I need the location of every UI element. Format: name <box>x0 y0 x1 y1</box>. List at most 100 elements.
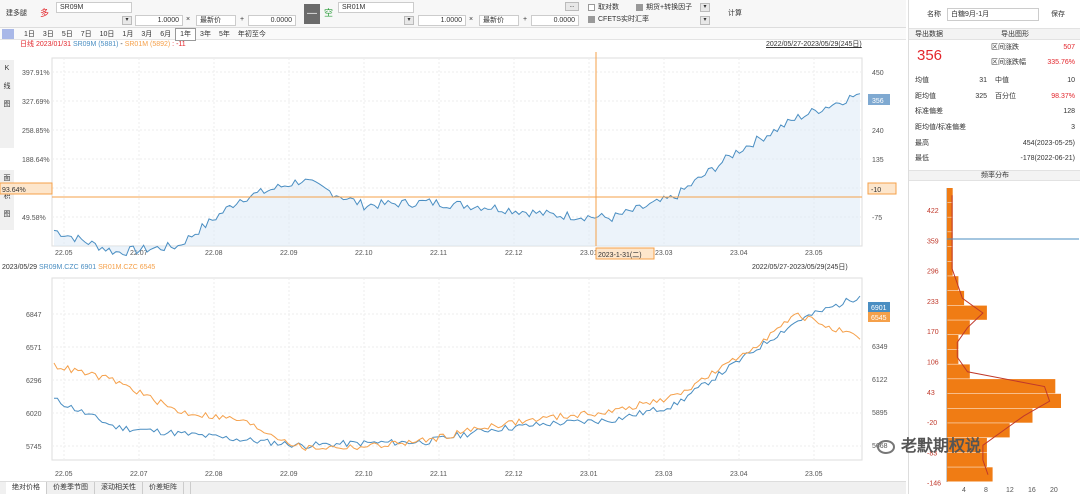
spread-y-right-tick: 135 <box>872 157 884 164</box>
leg1-dropdown-icon[interactable]: ▾ <box>122 16 132 25</box>
hist-bar <box>947 379 1056 394</box>
hist-bar <box>947 320 970 335</box>
hist-bar <box>947 349 959 364</box>
leg2-qty-input[interactable]: 1.0000 <box>418 15 466 26</box>
spread-y-right-tick: -75 <box>872 215 882 222</box>
spread-y-left-tick: 188.64% <box>22 157 50 164</box>
leg1-qty-input[interactable]: 1.0000 <box>135 15 183 26</box>
export-bar: 导出数据 导出图形 <box>909 28 1080 40</box>
price-header-leg1: SR09M.CZC 6901 <box>38 264 97 271</box>
hist-x-tick: 12 <box>1006 487 1014 494</box>
spread-y-left-tick: 327.69% <box>22 99 50 106</box>
spread-x-tick: 23.05 <box>805 250 823 257</box>
price-x-tick: 22.09 <box>280 471 298 478</box>
inverse-checkbox[interactable] <box>588 4 595 11</box>
min-value: -178(2022-06-21) <box>1020 155 1075 162</box>
price-y-right-tick: 5895 <box>872 410 888 417</box>
hist-y-tick: 43 <box>927 390 935 397</box>
hist-y-tick: 106 <box>927 360 939 367</box>
toolbar: 建多腿 多 SR09M ▾ 1.0000 × 最新价 + 0.0000 ... … <box>0 0 906 28</box>
leg2-dropdown-icon[interactable]: ▾ <box>404 16 414 25</box>
spread-header-value: : -11 <box>170 41 186 48</box>
spread-x-tick: 22.08 <box>205 250 223 257</box>
dev-std-value: 3 <box>1071 124 1075 131</box>
range-tab-5[interactable]: 1月 <box>118 29 137 40</box>
percentile-label: 百分位 <box>995 93 1016 100</box>
max-value: 454(2023-05-25) <box>1022 140 1075 147</box>
leg1-code-input[interactable]: SR09M <box>56 2 132 13</box>
fx-dropdown-icon[interactable]: ▾ <box>700 16 710 25</box>
price-x-tick: 22.05 <box>55 471 73 478</box>
leg2-price-type-select[interactable]: 最新价 <box>479 15 519 26</box>
range-tab-4[interactable]: 10日 <box>96 29 119 40</box>
futures-label: 期货+转换因子 <box>646 4 693 11</box>
hist-bar <box>947 408 1033 423</box>
futures-checkbox[interactable] <box>636 4 643 11</box>
price-x-tick: 22.07 <box>130 471 148 478</box>
range-tab-2[interactable]: 5日 <box>58 29 77 40</box>
mult-icon: × <box>186 16 191 23</box>
price-x-tick: 22.08 <box>205 471 223 478</box>
price-x-tick: 22.11 <box>430 471 447 478</box>
hist-y-tick: 170 <box>927 329 939 336</box>
hist-bar <box>947 364 970 379</box>
leg1-offset-input[interactable]: 0.0000 <box>248 15 296 26</box>
watermark-text: 老默期权说 <box>901 438 982 455</box>
hist-bar <box>947 290 965 306</box>
bottom-tab-3[interactable]: 价差矩阵 <box>143 482 184 494</box>
spread-x-tick: 23.03 <box>655 250 673 257</box>
bottom-tab-0[interactable]: 绝对价格 <box>6 482 47 494</box>
mult-icon-2: × <box>469 16 474 23</box>
range-pct-value: 335.76% <box>1047 59 1075 66</box>
std-value: 128 <box>1063 108 1075 115</box>
range-color-icon <box>2 29 14 39</box>
name-input[interactable]: 白糖9月-1月 <box>947 8 1039 21</box>
median-value: 10 <box>1067 77 1075 84</box>
price-date-range: 2022/05/27-2023/05/29(245日) <box>752 264 848 271</box>
spread-chart[interactable]: 22.05 22.07 22.08 22.09 22.10 22.11 22.12 23.01… <box>0 52 906 262</box>
spread-x-tick: 22.10 <box>355 250 373 257</box>
range-tabs: 1日 3日 5日 7日 10日 1月 3月 6月 1年 3年 5年 年初至今 <box>0 28 906 41</box>
range-tab-11[interactable]: 年初至今 <box>234 29 270 40</box>
histogram-title: 频率分布 <box>909 170 1080 181</box>
last1-text: 6901 <box>871 305 887 312</box>
spread-header-date: 日线 2023/01/31 <box>20 41 73 48</box>
spread-header-leg1: SR09M (5881) <box>72 41 119 48</box>
export-data-button[interactable]: 导出数据 <box>915 30 943 40</box>
fx-checkbox[interactable] <box>588 16 595 23</box>
hist-bar <box>947 305 987 320</box>
range-tab-1[interactable]: 3日 <box>39 29 58 40</box>
spread-chart-header: 日线 2023/01/31 SR09M (5881) - SR01M (5892… <box>20 40 186 50</box>
futures-dropdown-icon[interactable]: ▾ <box>700 3 710 12</box>
direction-toggle[interactable]: — <box>304 4 320 24</box>
calc-button[interactable]: 计算 <box>728 9 742 19</box>
price-x-tick: 22.10 <box>355 471 373 478</box>
crosshair-date: 2023-1-31(二) <box>598 252 642 259</box>
range-tab-10[interactable]: 5年 <box>215 29 234 40</box>
leg2-code-input[interactable]: SR01M <box>338 2 414 13</box>
save-button[interactable]: 保存 <box>1051 10 1065 20</box>
median-label: 中值 <box>995 77 1009 84</box>
leg2-offset-input[interactable]: 0.0000 <box>531 15 579 26</box>
price-x-tick: 23.03 <box>655 471 673 478</box>
toolbar-title: 建多腿 <box>6 10 27 17</box>
range-tab-3[interactable]: 7日 <box>77 29 96 40</box>
stats-panel: 名称 白糖9月-1月 保存 导出数据 导出图形 356 区间涨跌 507 区间涨跌… <box>908 0 1080 494</box>
range-tab-0[interactable]: 1日 <box>20 29 39 40</box>
std-label: 标准偏差 <box>915 108 943 115</box>
range-tab-9[interactable]: 3年 <box>196 29 215 40</box>
price-chart[interactable]: 22.05 22.07 22.08 22.09 22.10 22.11 22.12 23.01… <box>0 274 906 480</box>
export-chart-button[interactable]: 导出图形 <box>1001 30 1029 40</box>
bottom-tab-1[interactable]: 价差季节图 <box>47 482 95 494</box>
inverse-label: 取对数 <box>598 4 619 11</box>
bottom-tab-2[interactable]: 滚动相关性 <box>95 482 143 494</box>
last2-text: 6545 <box>871 315 887 322</box>
hist-x-tick: 16 <box>1028 487 1036 494</box>
range-tab-6[interactable]: 3月 <box>137 29 156 40</box>
leg2-browse-button[interactable]: ... <box>565 2 579 11</box>
leg1-price-type-select[interactable]: 最新价 <box>196 15 236 26</box>
fx-label: CFETS实时汇率 <box>598 16 649 23</box>
range-tab-7[interactable]: 6月 <box>156 29 175 40</box>
price-y-right-tick: 6349 <box>872 344 888 351</box>
price-header-leg2: SR01M.CZC 6545 <box>98 264 156 271</box>
